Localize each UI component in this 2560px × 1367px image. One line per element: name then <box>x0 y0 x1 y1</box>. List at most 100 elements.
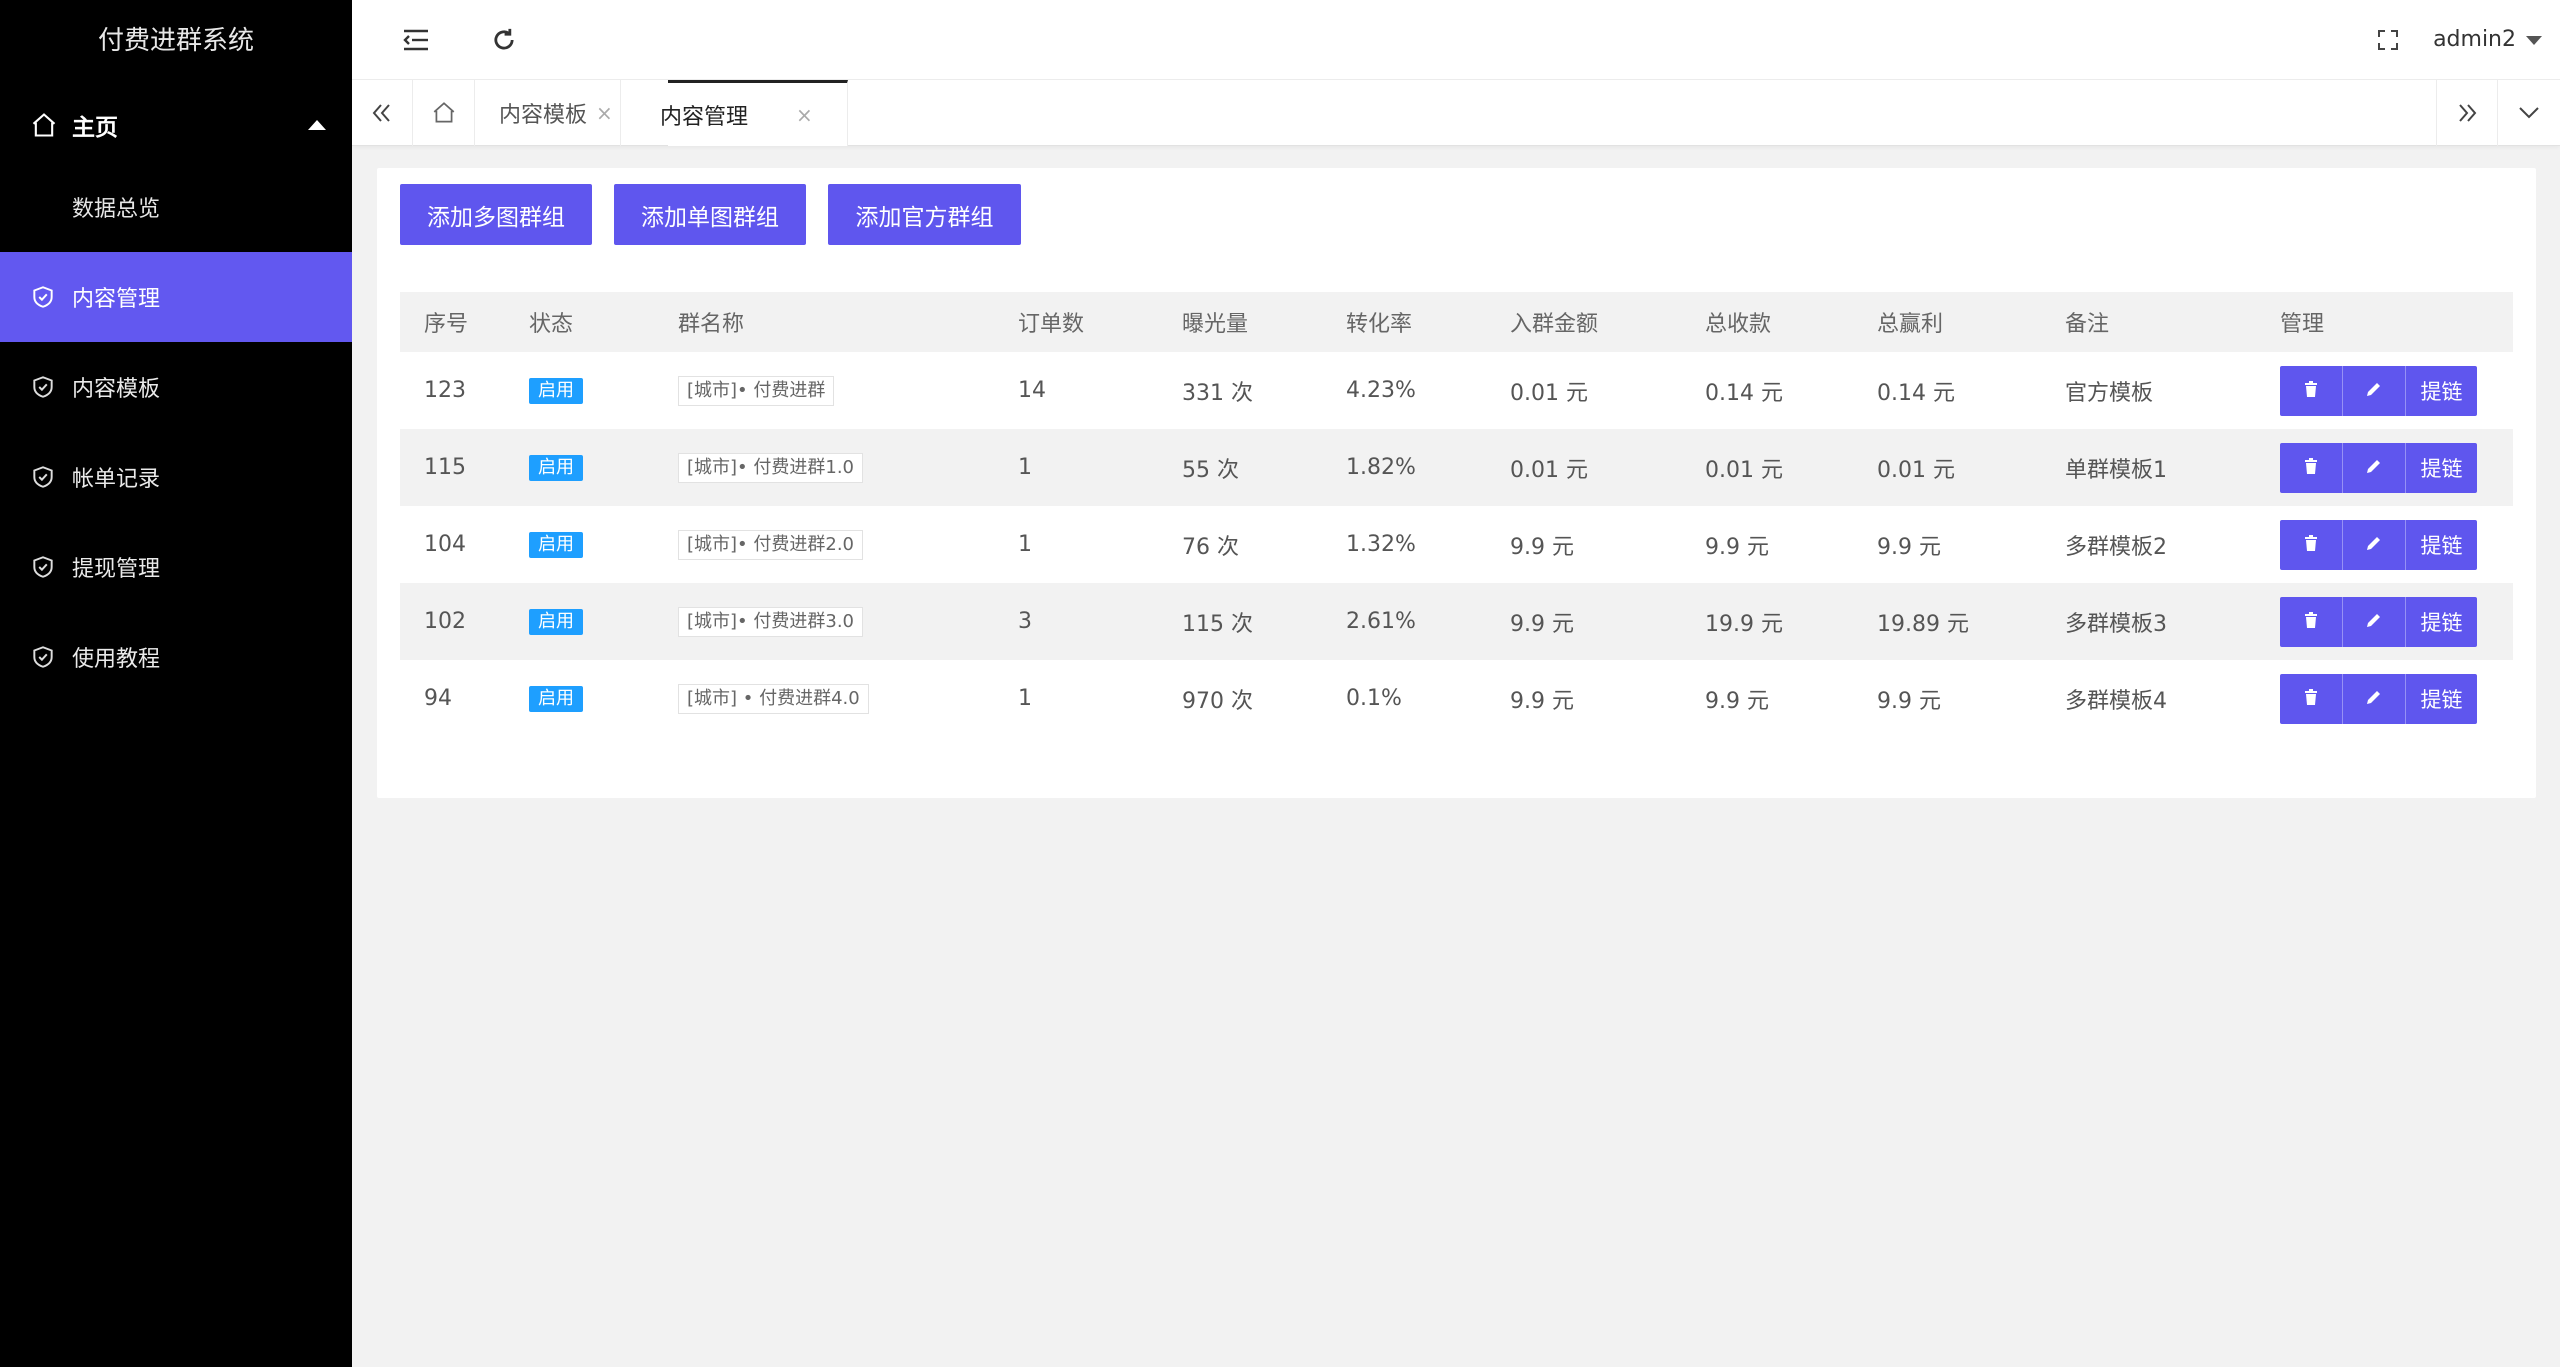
cell-rate: 2.61% <box>1346 609 1416 634</box>
cell-orders: 14 <box>1018 378 1046 403</box>
cell-profit: 19.89 元 <box>1877 611 1969 637</box>
cell-orders: 1 <box>1018 455 1032 480</box>
close-icon[interactable]: × <box>796 103 813 127</box>
add-multi-image-group-button[interactable]: 添加多图群组 <box>400 184 592 245</box>
column-header[interactable]: 转化率 <box>1322 292 1486 352</box>
add-single-image-group-button[interactable]: 添加单图群组 <box>614 184 806 245</box>
top-header: admin2 <box>352 0 2560 80</box>
cell-note: 多群模板3 <box>2065 611 2167 637</box>
user-menu[interactable]: admin2 <box>2433 0 2542 80</box>
home-tab-icon[interactable] <box>413 80 475 146</box>
extract-link-button[interactable]: 提链 <box>2406 673 2477 724</box>
cell-fee: 0.01 元 <box>1510 457 1588 483</box>
extract-link-button[interactable]: 提链 <box>2406 365 2477 416</box>
sidebar-group-home[interactable]: 主页 <box>0 82 352 168</box>
edit-button[interactable] <box>2343 442 2406 493</box>
sidebar-item-tutorial[interactable]: 使用教程 <box>0 612 352 702</box>
table-header-row: 序号 状态 群名称 订单数 曝光量 转化率 入群金额 总收款 总赢利 备注 管理 <box>400 292 2513 352</box>
cell-id: 115 <box>424 455 466 480</box>
cell-id: 94 <box>424 686 452 711</box>
cell-name: [城市] • 付费进群4.0 <box>654 660 994 737</box>
extract-link-button[interactable]: 提链 <box>2406 442 2477 493</box>
edit-button[interactable] <box>2343 365 2406 416</box>
delete-button[interactable] <box>2280 442 2343 493</box>
status-badge: 启用 <box>529 455 583 481</box>
column-header[interactable]: 总赢利 <box>1853 292 2041 352</box>
trash-icon <box>2302 610 2320 634</box>
tab-content-template[interactable]: 内容模板 × <box>475 80 621 146</box>
cell-views: 55 次 <box>1182 457 1239 483</box>
sidebar-item-content-template[interactable]: 内容模板 <box>0 342 352 432</box>
cell-name: [城市]• 付费进群1.0 <box>654 429 994 506</box>
sidebar-group-label: 主页 <box>72 115 118 141</box>
shield-check-icon <box>30 374 56 400</box>
status-badge: 启用 <box>529 609 583 635</box>
sidebar-item-billing[interactable]: 帐单记录 <box>0 432 352 522</box>
sidebar-item-label: 提现管理 <box>72 557 161 582</box>
edit-button[interactable] <box>2343 596 2406 647</box>
app-title: 付费进群系统 <box>97 26 254 56</box>
cell-name: [城市]• 付费进群 <box>654 352 994 429</box>
edit-button[interactable] <box>2343 519 2406 570</box>
cell-rate: 0.1% <box>1346 686 1402 711</box>
add-official-group-button[interactable]: 添加官方群组 <box>828 184 1021 245</box>
column-header[interactable]: 备注 <box>2041 292 2256 352</box>
group-name-tag: [城市]• 付费进群 <box>678 375 835 406</box>
refresh-icon[interactable] <box>486 22 522 58</box>
group-name-tag: [城市]• 付费进群1.0 <box>678 452 864 483</box>
close-icon[interactable]: × <box>596 101 613 125</box>
cell-id: 123 <box>424 378 466 403</box>
home-icon <box>30 111 58 139</box>
fullscreen-icon[interactable] <box>2370 22 2406 58</box>
delete-button[interactable] <box>2280 596 2343 647</box>
delete-button[interactable] <box>2280 673 2343 724</box>
status-badge: 启用 <box>529 378 583 404</box>
sidebar-item-overview[interactable]: 数据总览 <box>0 168 352 252</box>
column-header[interactable]: 群名称 <box>654 292 994 352</box>
column-header[interactable]: 状态 <box>505 292 654 352</box>
sidebar-item-label: 帐单记录 <box>72 467 161 492</box>
trash-icon <box>2302 687 2320 711</box>
shield-check-icon <box>30 644 56 670</box>
table-row: 104 启用 [城市]• 付费进群2.0 1 76 次 1.32% 9.9 元 … <box>400 506 2513 583</box>
cell-income: 0.14 元 <box>1705 380 1783 406</box>
cell-fee: 0.01 元 <box>1510 380 1588 406</box>
table-row: 94 启用 [城市] • 付费进群4.0 1 970 次 0.1% 9.9 元 … <box>400 660 2513 737</box>
cell-note: 多群模板4 <box>2065 688 2167 714</box>
status-badge: 启用 <box>529 532 583 558</box>
status-badge: 启用 <box>529 686 583 712</box>
column-header[interactable]: 序号 <box>400 292 505 352</box>
sidebar-item-content-management[interactable]: 内容管理 <box>0 252 352 342</box>
sidebar-item-label: 使用教程 <box>72 647 161 672</box>
cell-profit: 9.9 元 <box>1877 534 1941 560</box>
tabs-scroll-right-icon[interactable] <box>2436 80 2498 146</box>
caret-down-icon <box>2526 36 2542 45</box>
sidebar-item-withdrawal[interactable]: 提现管理 <box>0 522 352 612</box>
cell-profit: 0.14 元 <box>1877 380 1955 406</box>
tab-content-management[interactable]: 内容管理 × <box>660 80 848 146</box>
cell-actions: 提链 <box>2256 429 2513 506</box>
table-row: 123 启用 [城市]• 付费进群 14 331 次 4.23% 0.01 元 … <box>400 352 2513 429</box>
edit-button[interactable] <box>2343 673 2406 724</box>
cell-status: 启用 <box>505 583 654 660</box>
tabs-bar: 内容模板 × 内容管理 × <box>352 80 2560 146</box>
extract-link-button[interactable]: 提链 <box>2406 519 2477 570</box>
pencil-icon <box>2365 456 2383 480</box>
column-header[interactable]: 曝光量 <box>1158 292 1322 352</box>
delete-button[interactable] <box>2280 519 2343 570</box>
cell-orders: 1 <box>1018 532 1032 557</box>
tabs-scroll-left-icon[interactable] <box>352 80 413 146</box>
cell-views: 970 次 <box>1182 688 1253 714</box>
column-header[interactable]: 入群金额 <box>1486 292 1681 352</box>
menu-toggle-icon[interactable] <box>398 22 434 58</box>
pencil-icon <box>2365 610 2383 634</box>
column-header[interactable]: 管理 <box>2256 292 2513 352</box>
column-header[interactable]: 总收款 <box>1681 292 1853 352</box>
sidebar-item-label: 内容模板 <box>72 377 161 402</box>
tabs-dropdown-icon[interactable] <box>2498 80 2560 146</box>
extract-link-button[interactable]: 提链 <box>2406 596 2477 647</box>
cell-income: 0.01 元 <box>1705 457 1783 483</box>
column-header[interactable]: 订单数 <box>994 292 1158 352</box>
delete-button[interactable] <box>2280 365 2343 416</box>
app-root: 付费进群系统 主页 数据总览 内容管理 内容模板 帐单记录 提现管理 使用教程 … <box>0 0 2560 1367</box>
